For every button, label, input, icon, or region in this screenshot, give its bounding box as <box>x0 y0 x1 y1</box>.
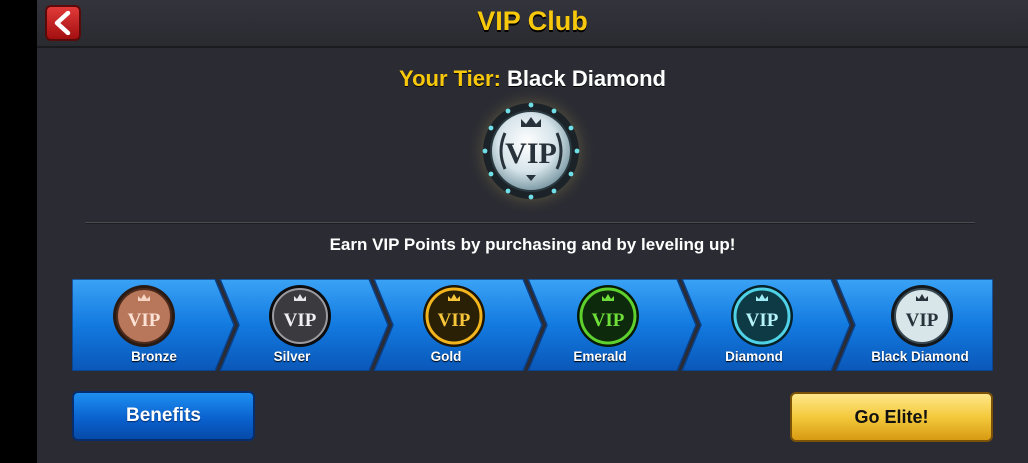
vip-club-screen: VIP Club Your Tier: Black Diamond VIP Ea… <box>37 0 1028 463</box>
left-edge <box>0 0 37 463</box>
current-tier-badge-icon: VIP <box>467 88 595 215</box>
vip-badge-icon: VIP <box>113 285 175 347</box>
tier-gold[interactable]: VIP Gold <box>378 279 528 371</box>
divider <box>85 222 975 224</box>
earn-points-text: Earn VIP Points by purchasing and by lev… <box>329 235 736 254</box>
top-bar: VIP Club <box>37 0 1028 48</box>
tier-name: Silver <box>273 349 311 364</box>
tier-bronze[interactable]: VIP Bronze <box>72 279 222 371</box>
svg-text:VIP: VIP <box>746 310 779 331</box>
svg-text:VIP: VIP <box>438 310 471 331</box>
vip-badge-icon: VIP <box>423 285 485 347</box>
benefits-button[interactable]: Benefits <box>72 391 255 441</box>
tier-name: Gold <box>430 349 462 364</box>
svg-text:VIP: VIP <box>906 310 939 331</box>
tier-black-diamond[interactable]: VIP Black Diamond <box>840 279 993 371</box>
tier-name: Bronze <box>131 349 177 364</box>
tier-progression: VIP Bronze VIP Silver VIP Gold VIP Emera… <box>72 279 993 371</box>
svg-text:VIP: VIP <box>128 310 161 331</box>
page-title: VIP Club <box>477 6 588 36</box>
vip-badge-icon: VIP <box>269 285 331 347</box>
tier-emerald[interactable]: VIP Emerald <box>532 279 682 371</box>
tier-name: Diamond <box>725 349 783 364</box>
svg-text:VIP: VIP <box>592 310 625 331</box>
tier-silver[interactable]: VIP Silver <box>224 279 374 371</box>
tier-diamond[interactable]: VIP Diamond <box>686 279 836 371</box>
tier-name: Emerald <box>573 349 627 364</box>
tier-name: Black Diamond <box>871 349 969 364</box>
svg-text:VIP: VIP <box>505 137 557 170</box>
go-elite-button[interactable]: Go Elite! <box>790 392 993 442</box>
vip-badge-icon: VIP <box>577 285 639 347</box>
vip-badge-icon: VIP <box>731 285 793 347</box>
svg-text:VIP: VIP <box>284 310 317 331</box>
vip-badge-icon: VIP <box>891 285 953 347</box>
